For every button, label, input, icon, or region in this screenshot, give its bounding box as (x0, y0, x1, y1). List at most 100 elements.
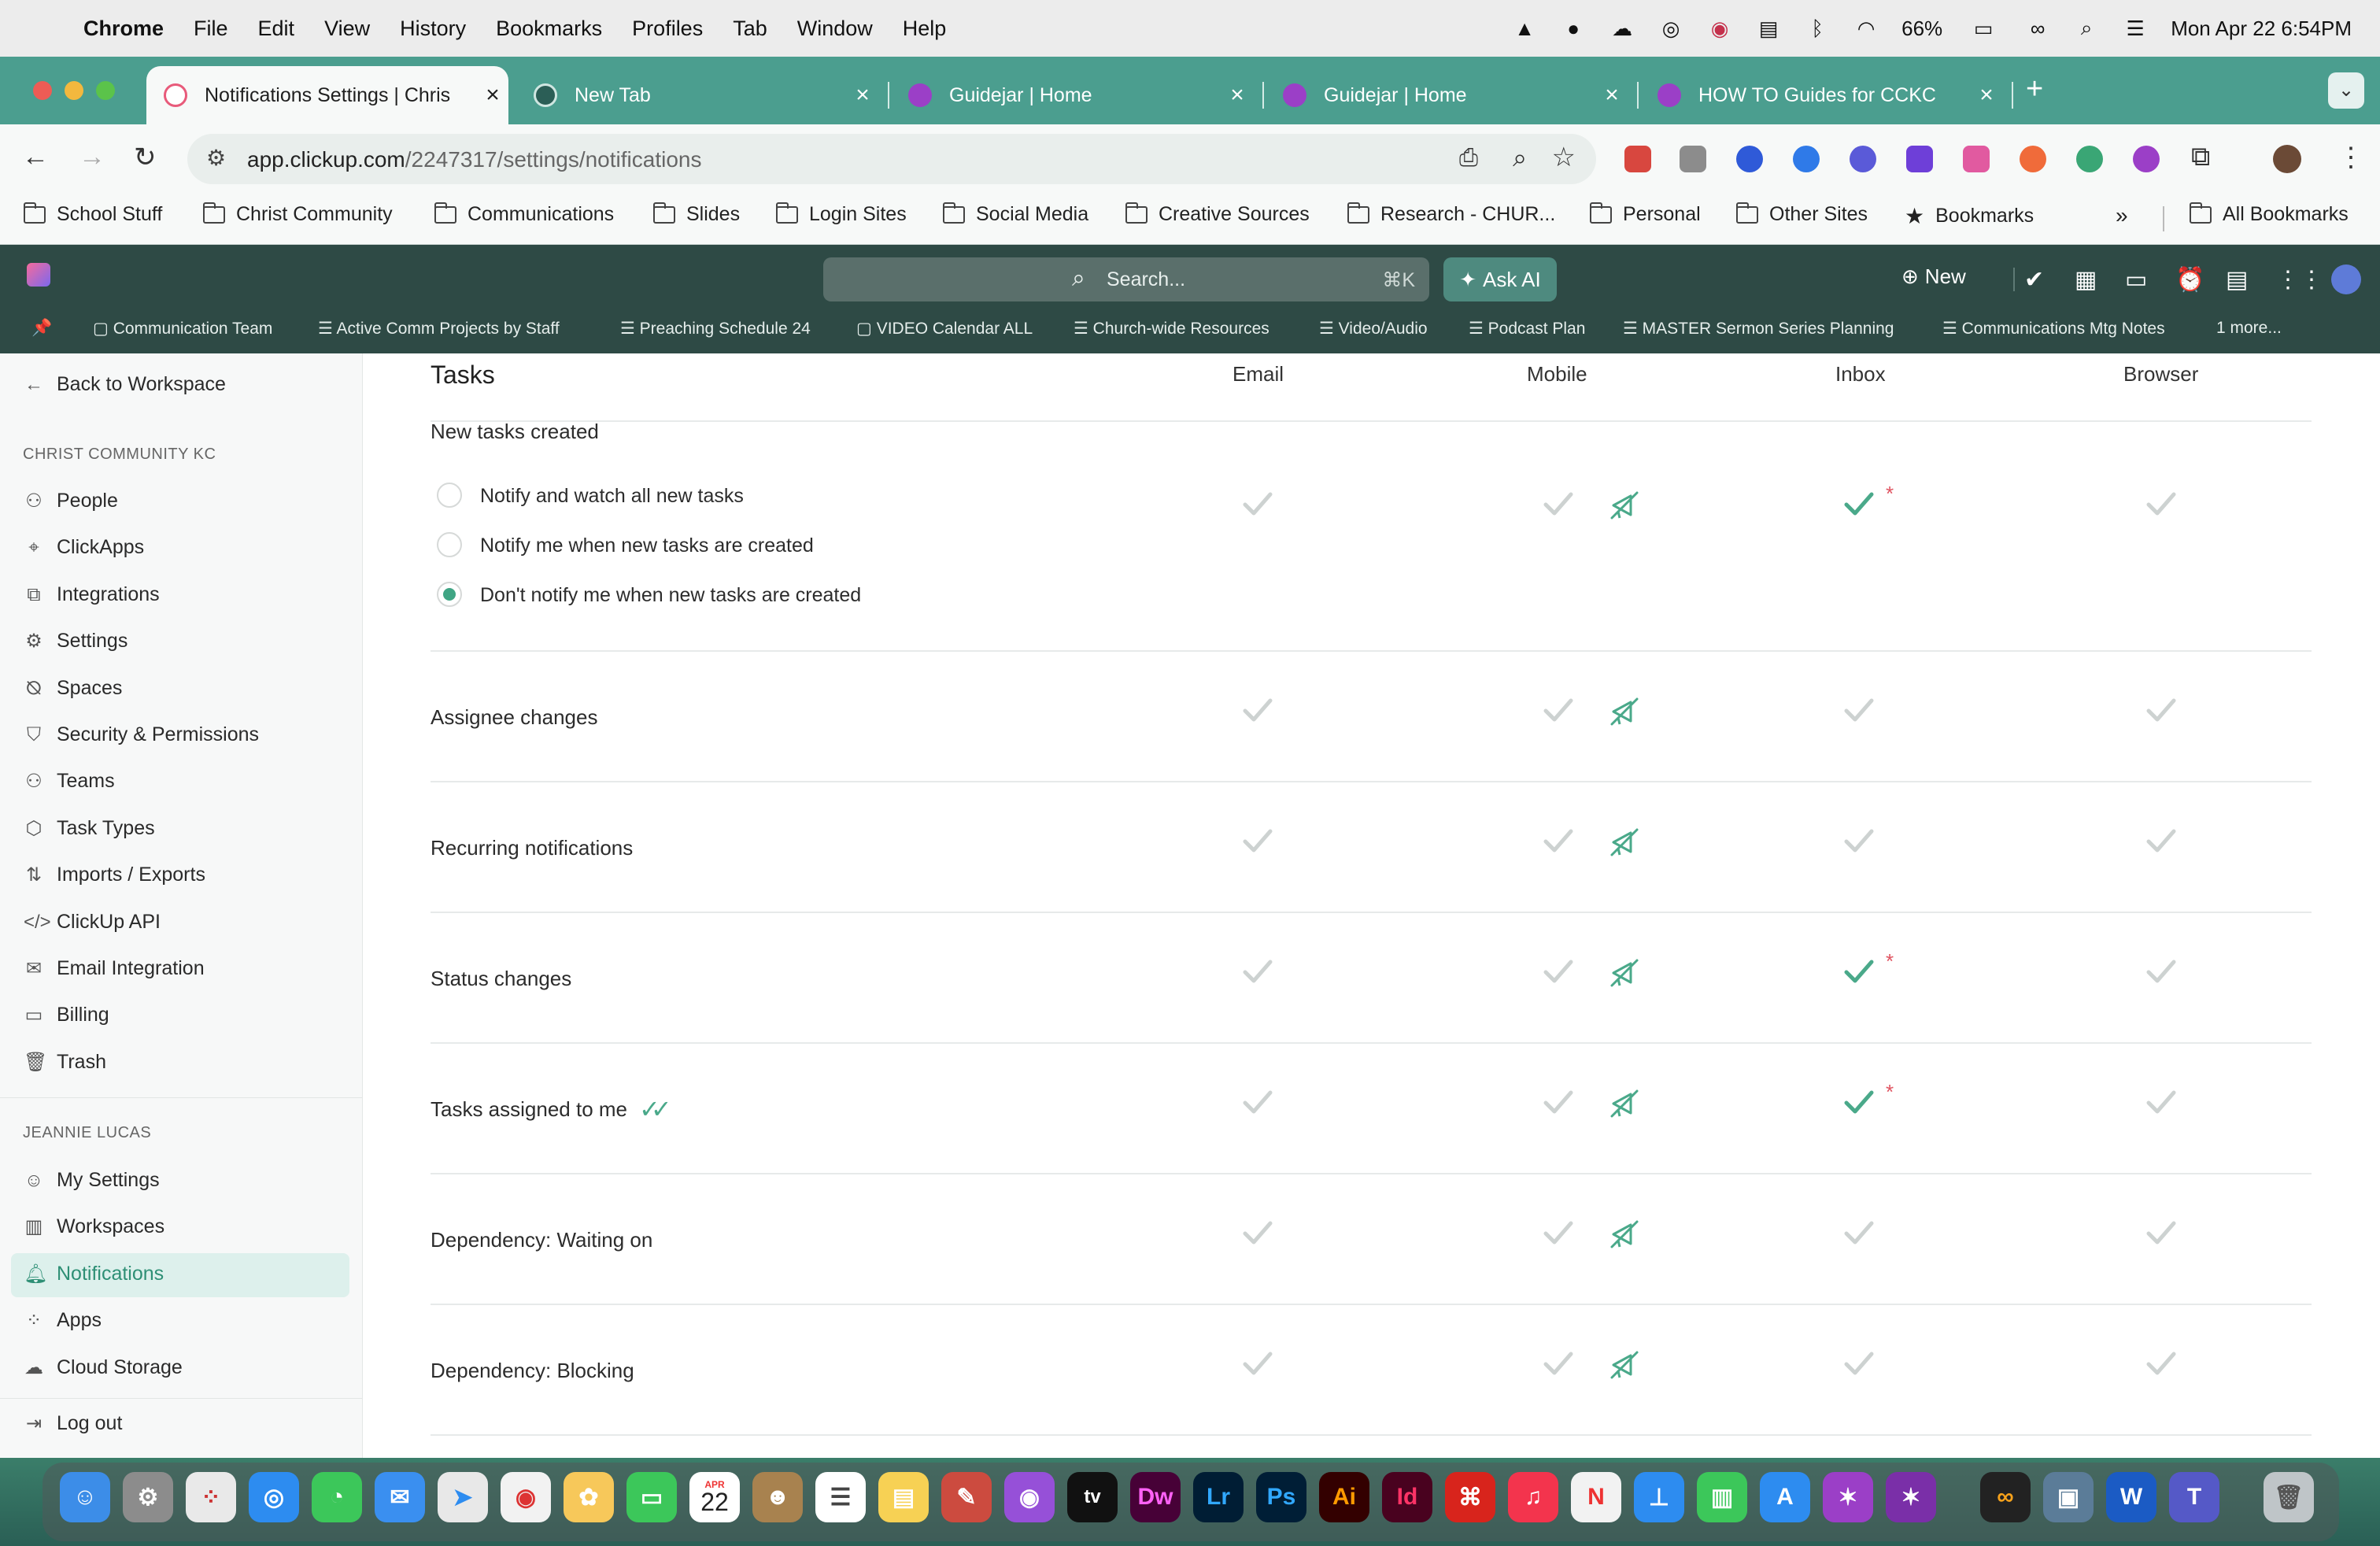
drive-icon[interactable]: ▲ (1511, 15, 1538, 42)
podcasts-icon[interactable]: ◉ (1004, 1472, 1055, 1522)
wifi-icon[interactable]: ◠ (1853, 15, 1879, 42)
favorite-video-audio[interactable]: ☰ Video/Audio (1319, 319, 1428, 338)
inbox-checkmark-icon[interactable] (1842, 693, 1876, 727)
bookmark-folder-login-sites[interactable]: Login Sites (776, 202, 907, 226)
sidebar-item-security[interactable]: ⛉ Security & Permissions (24, 723, 259, 746)
tab-guidejar-home[interactable]: Guidejar | Home × (891, 66, 1253, 124)
mobile-checkmark-icon[interactable] (1541, 1215, 1576, 1250)
pin-icon[interactable]: 📌 (31, 319, 52, 338)
extension-camera-icon[interactable] (1680, 146, 1706, 172)
bookmark-folder-other-sites[interactable]: Other Sites (1736, 202, 1868, 226)
sidebar-item-trash[interactable]: 🗑 Trash (24, 1051, 106, 1074)
extension-v-icon[interactable] (1906, 146, 1933, 172)
preview-icon[interactable]: ▣ (2043, 1472, 2094, 1522)
sidebar-toggle-icon[interactable]: ▤ (1755, 15, 1782, 42)
grammarly-icon[interactable]: ● (1560, 15, 1587, 42)
zoom-icon[interactable]: ⌕ (1513, 143, 1527, 173)
menu-view[interactable]: View (324, 17, 370, 41)
sidebar-item-cloud-storage[interactable]: ☁ Cloud Storage (24, 1356, 183, 1379)
sidebar-item-apps[interactable]: ⁘ Apps (24, 1309, 102, 1332)
bookmarks-overflow-chevron-icon[interactable]: » (2116, 203, 2128, 228)
launchpad-icon[interactable]: ⁘ (186, 1472, 236, 1522)
tab-new-tab[interactable]: New Tab × (516, 66, 878, 124)
document-icon[interactable]: ▤ (2226, 266, 2248, 294)
keynote-icon[interactable]: ⊥ (1634, 1472, 1684, 1522)
mobile-checkmark-icon[interactable] (1541, 486, 1576, 521)
lightroom-icon[interactable]: Lr (1193, 1472, 1244, 1522)
sidebar-item-task-types[interactable]: ⬡ Task Types (24, 817, 155, 840)
bookmark-folder-all-bookmarks[interactable]: All Bookmarks (2190, 202, 2349, 226)
bookmark-folder-personal[interactable]: Personal (1590, 202, 1701, 226)
forward-arrow-icon[interactable]: → (79, 142, 105, 172)
messages-icon[interactable]: ◔ (312, 1472, 362, 1522)
new-tab-plus-icon[interactable]: + (2026, 72, 2043, 106)
search-bar[interactable]: ⌕ Search... ⌘K (823, 257, 1429, 301)
favorite-active-comm-projects[interactable]: ☰ Active Comm Projects by Staff (318, 319, 560, 338)
inbox-checkmark-icon[interactable] (1842, 954, 1876, 989)
bookmark-bookmarks[interactable]: ★ Bookmarks (1905, 203, 2034, 229)
mute-megaphone-icon[interactable] (1607, 1086, 1642, 1121)
browser-checkmark-icon[interactable] (2144, 1346, 2179, 1381)
contacts-icon[interactable]: ☻ (752, 1472, 803, 1522)
facetime-icon[interactable]: ▭ (626, 1472, 677, 1522)
extension-guidejar-icon[interactable] (2133, 146, 2160, 172)
menu-help[interactable]: Help (903, 17, 947, 41)
browser-checkmark-icon[interactable] (2144, 486, 2179, 521)
extension-lock-icon[interactable] (1850, 146, 1876, 172)
email-checkmark-icon[interactable] (1240, 1215, 1275, 1250)
bookmark-folder-slides[interactable]: Slides (653, 202, 740, 226)
chrome-menu-kebab-icon[interactable]: ⋮ (2338, 142, 2364, 173)
email-checkmark-icon[interactable] (1240, 486, 1275, 521)
inbox-checkmark-icon[interactable] (1842, 823, 1876, 858)
bluetooth-icon[interactable]: ᛒ (1804, 15, 1831, 42)
mobile-checkmark-icon[interactable] (1541, 1085, 1576, 1119)
close-tab-icon[interactable]: × (1221, 82, 1253, 109)
photoshop-icon[interactable]: Ps (1256, 1472, 1306, 1522)
menu-file[interactable]: File (194, 17, 228, 41)
menu-bookmarks[interactable]: Bookmarks (496, 17, 602, 41)
bookmark-folder-social-media[interactable]: Social Media (943, 202, 1088, 226)
menu-history[interactable]: History (400, 17, 466, 41)
mute-megaphone-icon[interactable] (1607, 1348, 1642, 1382)
browser-checkmark-icon[interactable] (2144, 1085, 2179, 1119)
record-icon[interactable]: ◉ (1706, 15, 1733, 42)
window-minimize-icon[interactable] (65, 81, 83, 100)
sidebar-item-my-settings[interactable]: ☺ My Settings (24, 1169, 160, 1192)
bookmark-folder-creative-sources[interactable]: Creative Sources (1125, 202, 1310, 226)
word-icon[interactable]: W (2106, 1472, 2156, 1522)
menu-profiles[interactable]: Profiles (632, 17, 703, 41)
favorite-communication-team[interactable]: ▢ Communication Team (93, 319, 272, 338)
mobile-checkmark-icon[interactable] (1541, 954, 1576, 989)
menu-app-name[interactable]: Chrome (83, 17, 164, 41)
close-tab-icon[interactable]: × (1596, 82, 1628, 109)
new-button[interactable]: ⊕ New (1901, 264, 1966, 289)
extension-clickup-icon[interactable] (1963, 146, 1990, 172)
sidebar-item-clickup-api[interactable]: </> ClickUp API (24, 911, 161, 934)
user-avatar[interactable] (2331, 264, 2361, 294)
guidejar-app-icon[interactable]: ✶ (1823, 1472, 1873, 1522)
profile-avatar[interactable] (2273, 145, 2301, 173)
dreamweaver-icon[interactable]: Dw (1130, 1472, 1181, 1522)
favorite-podcast-plan[interactable]: ☰ Podcast Plan (1469, 319, 1585, 338)
extension-grammarly-icon[interactable] (2076, 146, 2103, 172)
inbox-checkmark-icon[interactable] (1842, 486, 1876, 521)
indesign-icon[interactable]: Id (1382, 1472, 1432, 1522)
inbox-checkmark-icon[interactable] (1842, 1085, 1876, 1119)
notes-icon[interactable]: ▤ (878, 1472, 929, 1522)
browser-checkmark-icon[interactable] (2144, 954, 2179, 989)
back-to-workspace-link[interactable]: ← Back to Workspace (24, 373, 226, 396)
browser-checkmark-icon[interactable] (2144, 1215, 2179, 1250)
mobile-checkmark-icon[interactable] (1541, 693, 1576, 727)
extension-t-icon[interactable] (2020, 146, 2046, 172)
reload-icon[interactable]: ↻ (134, 142, 157, 173)
mute-megaphone-icon[interactable] (1607, 956, 1642, 990)
menu-window[interactable]: Window (797, 17, 873, 41)
sidebar-item-settings[interactable]: ⚙ Settings (24, 630, 128, 653)
mute-megaphone-icon[interactable] (1607, 694, 1642, 729)
mute-megaphone-icon[interactable] (1607, 1217, 1642, 1252)
video-icon[interactable]: ▭ (2125, 266, 2147, 294)
sidebar-item-notifications[interactable]: 🔔︎ Notifications (24, 1263, 164, 1285)
email-checkmark-icon[interactable] (1240, 1085, 1275, 1119)
inbox-checkmark-icon[interactable] (1842, 1215, 1876, 1250)
inbox-checkmark-icon[interactable] (1842, 1346, 1876, 1381)
